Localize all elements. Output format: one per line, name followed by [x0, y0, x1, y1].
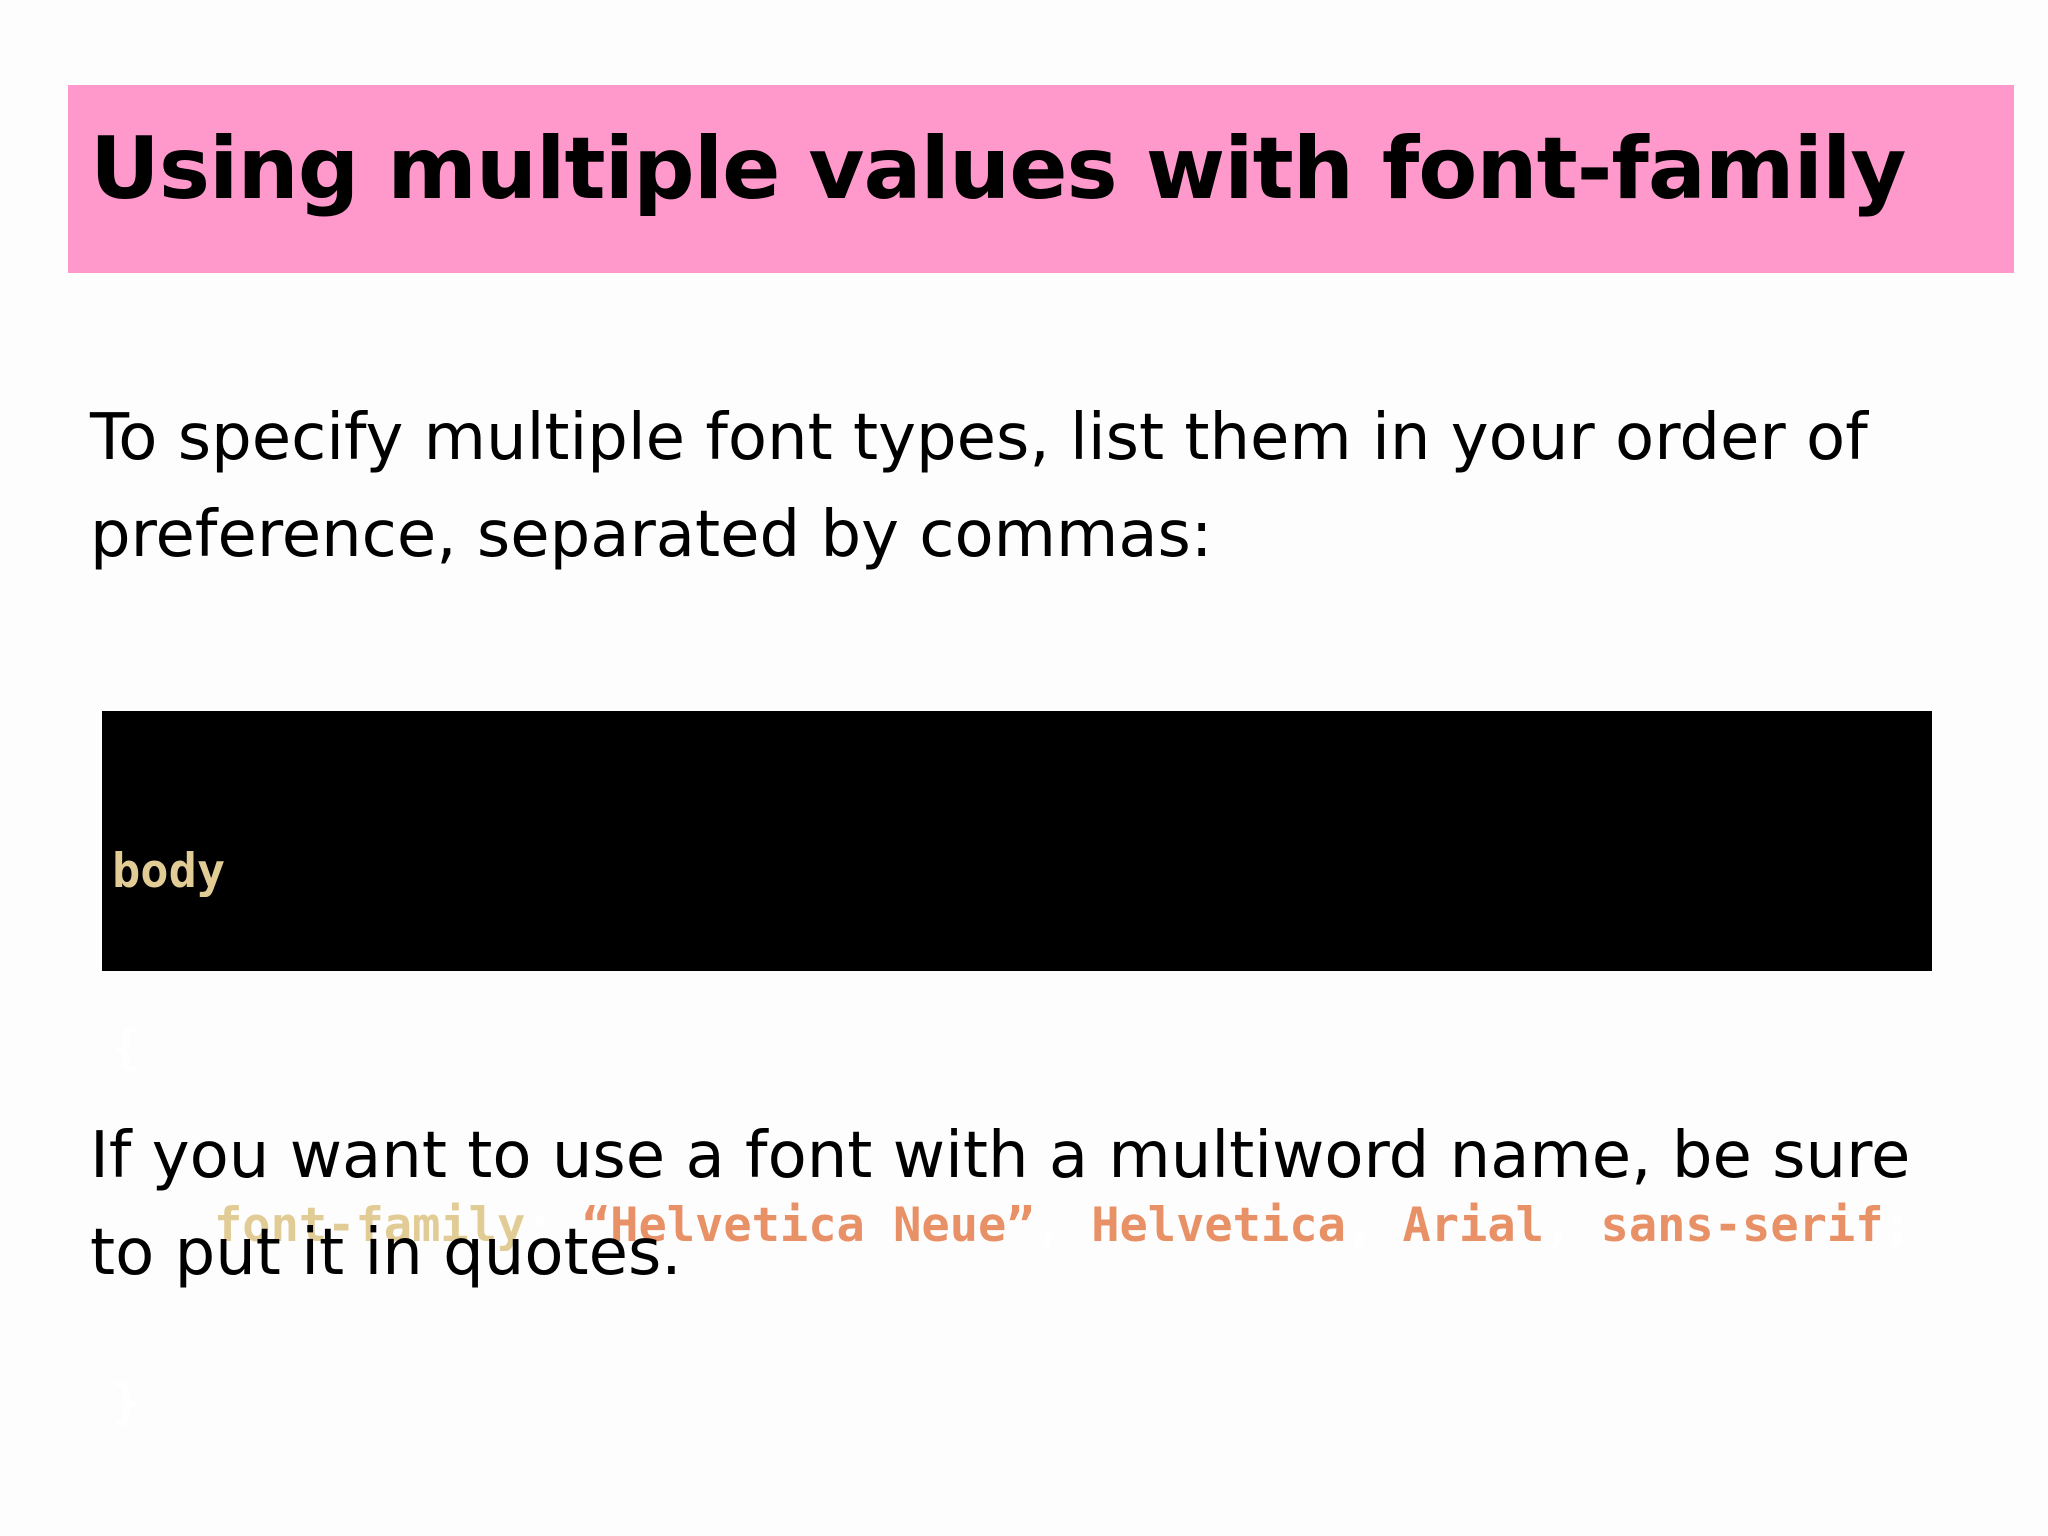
code-close-brace: } — [112, 1375, 141, 1430]
quotes-line-1: If you want to use a font with a multiwo… — [90, 1119, 1911, 1193]
title-banner: Using multiple values with font-family — [68, 85, 2014, 273]
code-open-brace: { — [112, 1021, 141, 1076]
code-line-selector: body — [112, 842, 1932, 901]
quotes-paragraph: If you want to use a font with a multiwo… — [90, 1108, 1910, 1302]
quotes-line-2: to put it in quotes. — [90, 1216, 682, 1290]
code-snippet: body { font-family: “Helvetica Neue”, He… — [102, 711, 1932, 1430]
intro-line-2: preference, separated by commas: — [90, 498, 1213, 572]
code-selector: body — [112, 844, 226, 899]
intro-paragraph: To specify multiple font types, list the… — [90, 390, 1868, 584]
slide-title: Using multiple values with font-family — [90, 119, 1906, 219]
code-line-open-brace: { — [112, 1019, 1932, 1078]
intro-line-1: To specify multiple font types, list the… — [90, 401, 1868, 475]
code-line-close-brace: } — [112, 1373, 1932, 1432]
